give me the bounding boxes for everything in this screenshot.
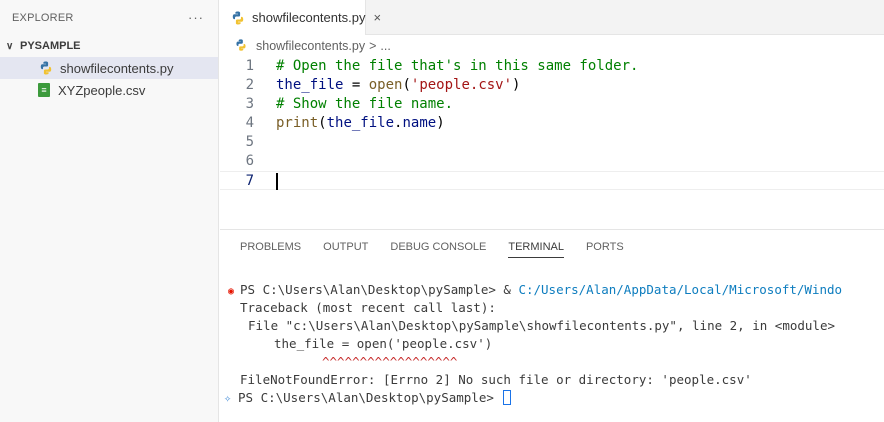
shell-integration-icon: ✧ — [224, 391, 232, 405]
terminal-line: ^^^^^^^^^^^^^^^^^^ — [322, 354, 458, 369]
file-item-showfilecontents[interactable]: showfilecontents.py — [0, 57, 218, 79]
code-line: 4 print(the_file.name) — [220, 114, 884, 133]
breadcrumb-symbols[interactable]: ... — [380, 39, 390, 53]
tab-output[interactable]: OUTPUT — [323, 230, 368, 265]
terminal-line: File "c:\Users\Alan\Desktop\pySample\sho… — [248, 318, 835, 333]
terminal-prompt: PS C:\Users\Alan\Desktop\pySample> — [238, 390, 502, 405]
terminal-line: ✧ PS C:\Users\Alan\Desktop\pySample> — [220, 389, 884, 407]
panel-tabs: PROBLEMS OUTPUT DEBUG CONSOLE TERMINAL P… — [220, 230, 884, 265]
python-file-icon — [230, 10, 246, 26]
line-number: 1 — [245, 58, 254, 74]
code-line: 2 the_file = open('people.csv') — [220, 76, 884, 95]
breadcrumb-file[interactable]: showfilecontents.py — [256, 39, 365, 53]
code-text: # Show the file name. — [276, 96, 454, 112]
terminal-cursor — [503, 390, 512, 405]
python-file-icon — [234, 38, 250, 54]
tab-ports[interactable]: PORTS — [586, 230, 624, 265]
code-line-current: 7 — [220, 171, 884, 190]
code-text: print(the_file.name) — [276, 115, 445, 131]
line-number: 7 — [245, 173, 254, 189]
tab-showfilecontents[interactable]: showfilecontents.py × — [220, 0, 381, 35]
explorer-title: EXPLORER — [12, 11, 74, 24]
line-number: 4 — [245, 115, 254, 131]
explorer-header: EXPLORER ··· — [0, 0, 218, 35]
terminal[interactable]: ◉ PS C:\Users\Alan\Desktop\pySample> & C:… — [220, 265, 884, 407]
terminal-link[interactable]: C:/Users/Alan/AppData/Local/Microsoft/Wi… — [518, 282, 842, 297]
chevron-down-icon: ∨ — [6, 40, 14, 52]
close-icon[interactable]: × — [373, 10, 381, 25]
code-line: 6 — [220, 152, 884, 171]
file-item-xyzpeople[interactable]: ≡ XYZpeople.csv — [0, 79, 218, 101]
explorer-sidebar: EXPLORER ··· ∨ PYSAMPLE showfilecontents… — [0, 0, 219, 422]
code-line: 3 # Show the file name. — [220, 95, 884, 114]
terminal-line: Traceback (most recent call last): — [240, 300, 496, 315]
tab-problems[interactable]: PROBLEMS — [240, 230, 301, 265]
code-text: the_file = open('people.csv') — [276, 77, 521, 93]
python-file-icon — [38, 60, 54, 76]
folder-label: PYSAMPLE — [20, 40, 81, 52]
terminal-prompt: PS C:\Users\Alan\Desktop\pySample> & — [240, 282, 519, 297]
code-line: 1 # Open the file that's in this same fo… — [220, 57, 884, 76]
code-text: # Open the file that's in this same fold… — [276, 58, 639, 74]
file-label: XYZpeople.csv — [58, 82, 146, 98]
line-number: 2 — [245, 77, 254, 93]
bottom-panel: PROBLEMS OUTPUT DEBUG CONSOLE TERMINAL P… — [220, 229, 884, 422]
breadcrumb: showfilecontents.py > ... — [220, 35, 884, 57]
line-number: 3 — [245, 96, 254, 112]
terminal-line: the_file = open('people.csv') — [274, 336, 493, 351]
editor-area: showfilecontents.py × showfilecontents.p… — [220, 0, 884, 422]
file-label: showfilecontents.py — [60, 60, 174, 76]
breadcrumb-separator: > — [369, 39, 377, 53]
error-dot-icon: ◉ — [228, 286, 235, 297]
text-cursor — [276, 173, 278, 190]
folder-pysample[interactable]: ∨ PYSAMPLE — [0, 35, 218, 57]
csv-file-icon: ≡ — [38, 83, 50, 97]
terminal-line: ◉ PS C:\Users\Alan\Desktop\pySample> & C:… — [220, 281, 884, 299]
tab-debug-console[interactable]: DEBUG CONSOLE — [390, 230, 486, 265]
more-actions-button[interactable]: ··· — [188, 10, 204, 25]
tab-label: showfilecontents.py — [252, 10, 366, 25]
code-editor[interactable]: 1 # Open the file that's in this same fo… — [220, 57, 884, 190]
line-number: 6 — [245, 153, 254, 169]
line-number: 5 — [245, 134, 254, 150]
tab-terminal[interactable]: TERMINAL — [508, 230, 564, 265]
terminal-line: FileNotFoundError: [Errno 2] No such fil… — [240, 372, 752, 387]
editor-tabbar: showfilecontents.py × — [220, 0, 884, 35]
code-line: 5 — [220, 133, 884, 152]
